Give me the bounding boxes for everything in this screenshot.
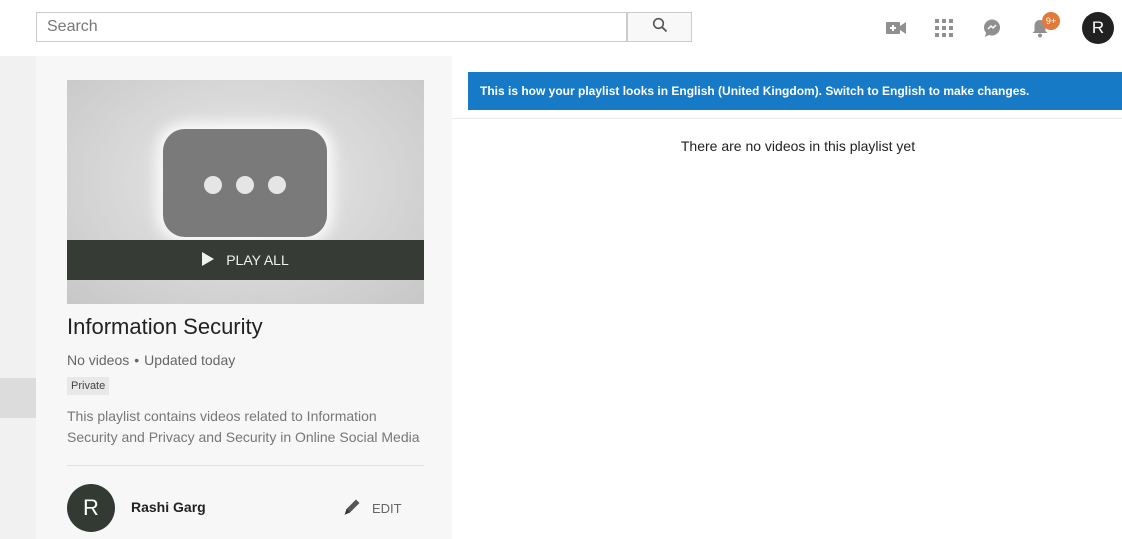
guide-toggle-tab[interactable]: [0, 378, 36, 418]
search-input[interactable]: [36, 12, 627, 42]
left-rail: [0, 56, 36, 539]
playlist-title: Information Security: [67, 314, 263, 339]
privacy-badge: Private: [67, 377, 110, 395]
updated-date: Updated today: [144, 352, 236, 368]
playlist-stats: No videos • Updated today: [67, 352, 235, 368]
video-count: No videos: [67, 352, 130, 368]
language-notice-banner: This is how your playlist looks in Engli…: [468, 72, 1122, 110]
masthead: 9+ R: [0, 0, 1122, 56]
owner-avatar[interactable]: R: [67, 484, 115, 532]
playlist-description: This playlist contains videos related to…: [67, 408, 420, 445]
play-all-button[interactable]: PLAY ALL: [67, 240, 424, 280]
edit-label: EDIT: [372, 500, 402, 516]
edit-button[interactable]: EDIT: [342, 496, 402, 520]
placeholder-dot: [236, 176, 254, 194]
playlist-sidebar: PLAY ALL Information Security No videos •…: [36, 56, 452, 539]
upload-video-icon[interactable]: [884, 16, 908, 40]
empty-playlist-message: There are no videos in this playlist yet: [680, 138, 916, 154]
meta-separator: •: [134, 352, 140, 368]
notification-count-badge: 9+: [1042, 12, 1060, 30]
search-icon: [652, 17, 668, 38]
playlist-thumbnail[interactable]: PLAY ALL: [67, 80, 424, 304]
search-button[interactable]: [627, 12, 692, 42]
pencil-icon: [342, 497, 372, 520]
placeholder-dot: [204, 176, 222, 194]
placeholder-dot: [268, 176, 286, 194]
messages-icon[interactable]: [980, 16, 1004, 40]
owner-name[interactable]: Rashi Garg: [131, 499, 206, 515]
divider: [67, 465, 424, 466]
play-icon: [202, 251, 226, 269]
divider: [452, 118, 1122, 119]
apps-grid-icon[interactable]: [932, 16, 956, 40]
account-avatar[interactable]: R: [1082, 12, 1114, 44]
play-all-label: PLAY ALL: [226, 252, 289, 268]
